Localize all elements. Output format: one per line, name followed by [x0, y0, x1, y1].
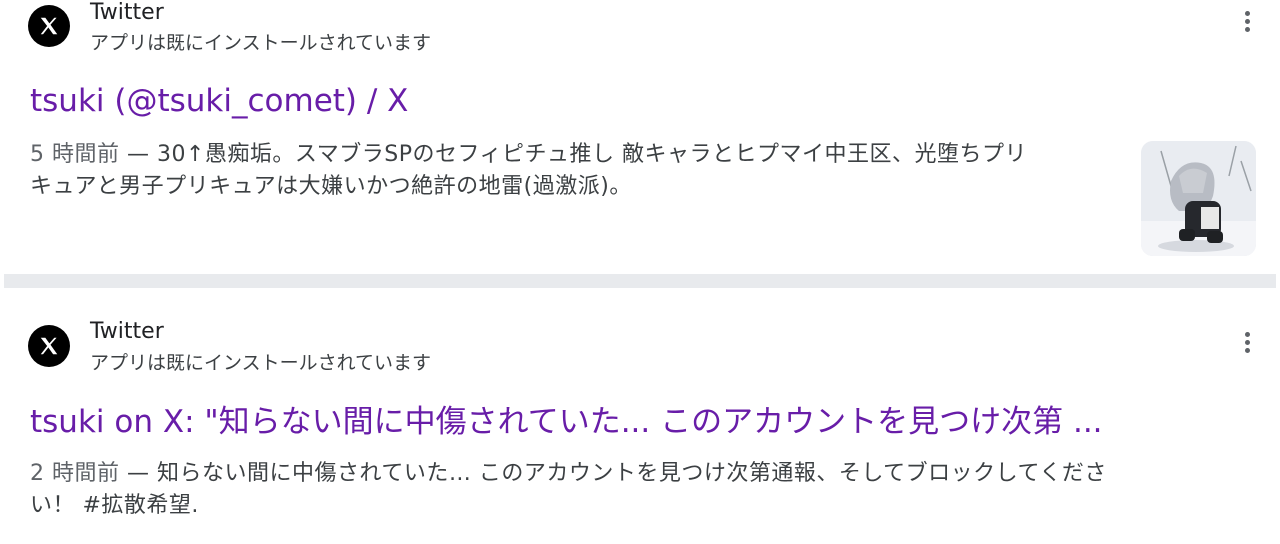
dot	[1244, 339, 1250, 345]
snippet-text-1: 知らない間に中傷されていた… このアカウントを見つけ次第通報、そしてブロックして…	[157, 461, 1107, 486]
x-logo-glyph	[40, 17, 58, 35]
snippet-line-2: い！ #拡散希望.	[30, 493, 199, 518]
more-options-button[interactable]	[1232, 324, 1262, 360]
snippet-line-1: 2 時間前 — 知らない間に中傷されていた… このアカウントを見つけ次第通報、そ…	[30, 458, 1250, 490]
x-logo-icon[interactable]	[28, 325, 70, 367]
dot	[1244, 18, 1250, 24]
date-separator: —	[119, 142, 157, 167]
more-options-button[interactable]	[1232, 3, 1262, 39]
results-divider	[4, 274, 1276, 288]
dot	[1244, 10, 1250, 16]
result-thumbnail[interactable]	[1141, 141, 1256, 256]
dot	[1244, 347, 1250, 353]
result-title-link[interactable]: tsuki on X: "知らない間に中傷されていた... このアカウントを見つ…	[30, 402, 1103, 442]
snippet-line-2: キュアと男子プリキュアは大嫌いかつ絶許の地雷(過激派)。	[30, 174, 632, 199]
search-result: Twitter アプリは既にインストールされています tsuki (@tsuki…	[0, 0, 1280, 274]
site-subtitle: アプリは既にインストールされています	[90, 352, 432, 374]
dot	[1244, 331, 1250, 337]
date-separator: —	[119, 461, 157, 486]
snippet-line-1: 5 時間前 — 30↑愚痴垢。スマブラSPのセフィピチュ推し 敵キャラとヒプマイ…	[30, 139, 1130, 171]
result-snippet: 2 時間前 — 知らない間に中傷されていた… このアカウントを見つけ次第通報、そ…	[30, 458, 1250, 522]
x-logo-icon[interactable]	[28, 5, 70, 47]
result-title-link[interactable]: tsuki (@tsuki_comet) / X	[30, 81, 408, 121]
site-subtitle: アプリは既にインストールされています	[90, 32, 432, 54]
site-name[interactable]: Twitter	[90, 319, 164, 345]
x-logo-glyph	[40, 337, 58, 355]
snippet-text-1: 30↑愚痴垢。スマブラSPのセフィピチュ推し 敵キャラとヒプマイ中王区、光堕ちプ…	[157, 142, 1028, 167]
search-result: Twitter アプリは既にインストールされています tsuki on X: "…	[0, 288, 1280, 544]
result-date: 5 時間前	[30, 142, 120, 167]
result-snippet: 5 時間前 — 30↑愚痴垢。スマブラSPのセフィピチュ推し 敵キャラとヒプマイ…	[30, 139, 1130, 203]
dot	[1244, 26, 1250, 32]
thumbnail-image	[1141, 141, 1256, 256]
result-date: 2 時間前	[30, 461, 120, 486]
site-name[interactable]: Twitter	[90, 0, 164, 26]
